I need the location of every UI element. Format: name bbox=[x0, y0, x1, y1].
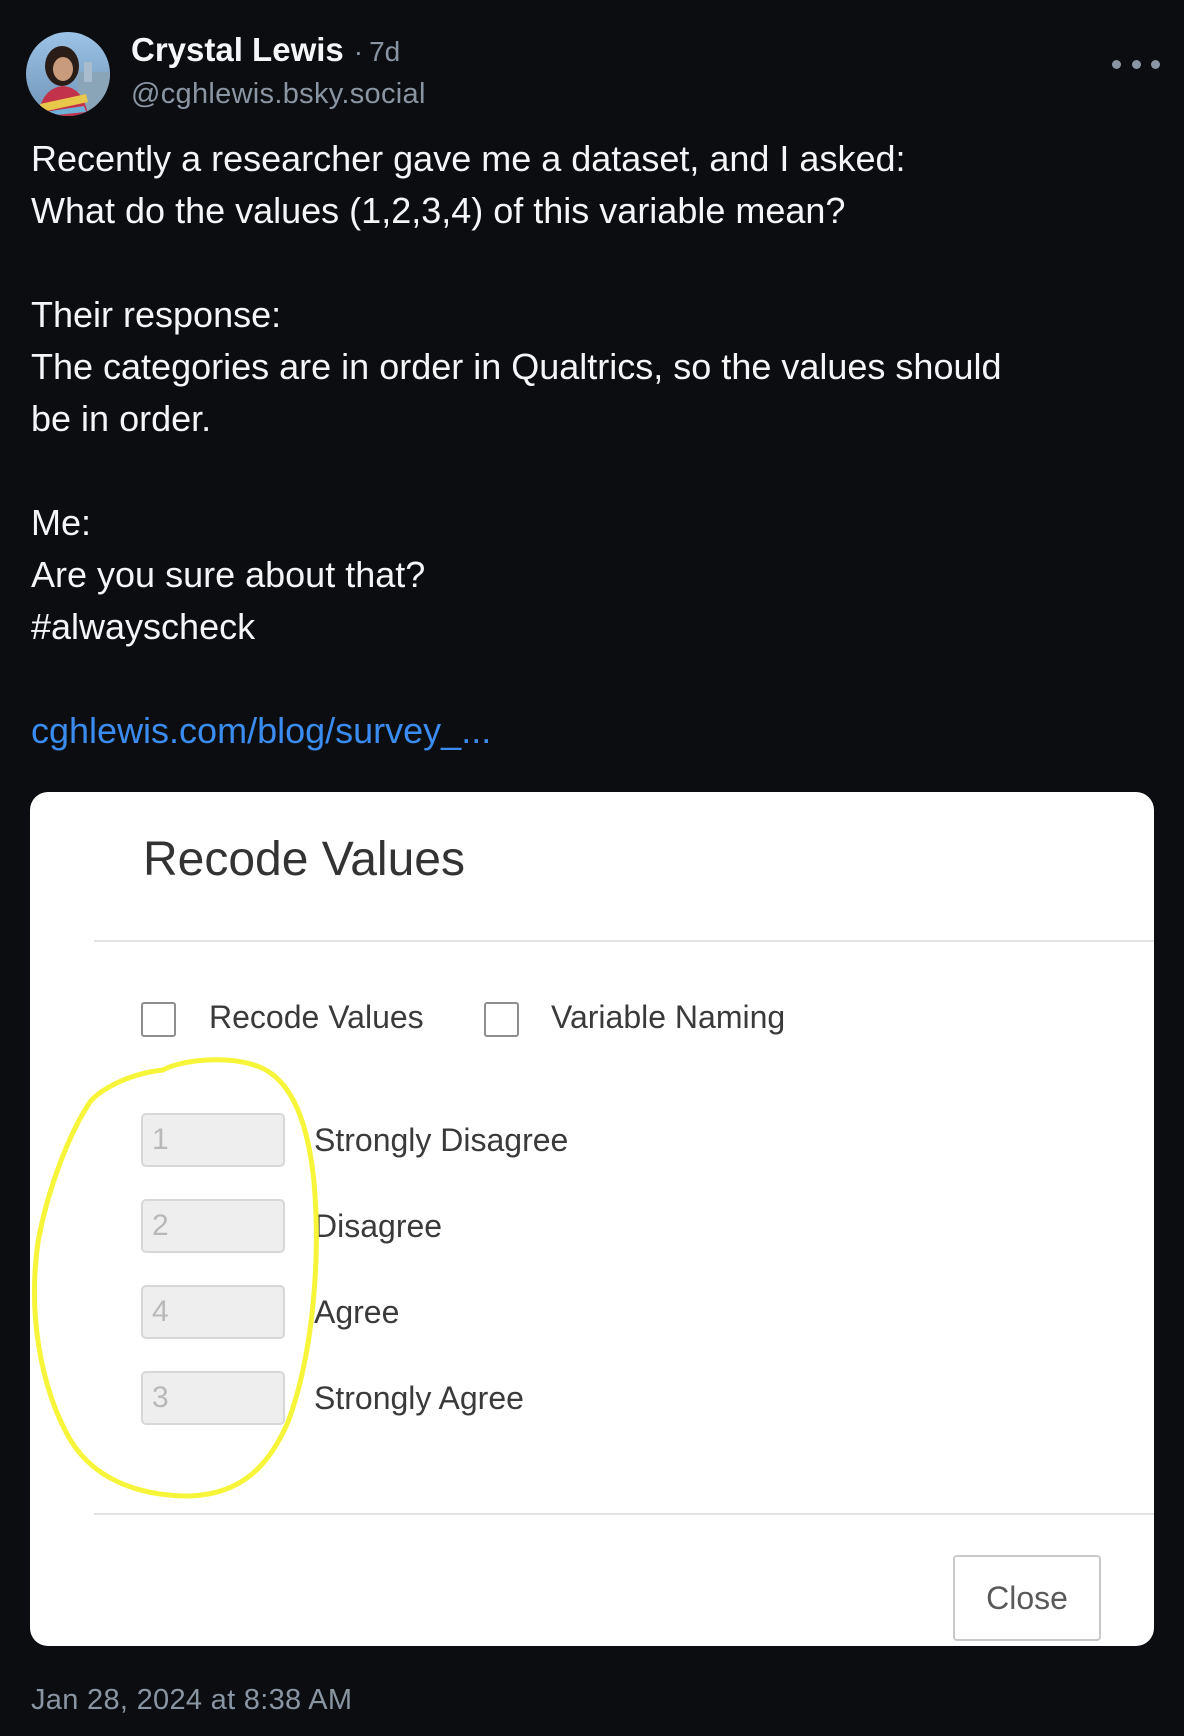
more-options-button[interactable] bbox=[1112, 50, 1160, 78]
post-text-line: be in order. bbox=[31, 398, 212, 439]
post-text-line: Are you sure about that? bbox=[31, 554, 426, 595]
meta-separator: · bbox=[353, 36, 364, 67]
post-text-line: Me: bbox=[31, 502, 92, 543]
recode-value-box: 2 bbox=[141, 1199, 285, 1253]
dialog-title: Recode Values bbox=[143, 833, 465, 886]
variable-naming-checkbox-label: Variable Naming bbox=[551, 999, 786, 1035]
author-avatar[interactable] bbox=[26, 32, 110, 116]
recode-value-box: 1 bbox=[141, 1113, 285, 1167]
hashtag-alwayscheck[interactable]: #alwayscheck bbox=[31, 601, 255, 653]
post-text-line: Recently a researcher gave me a dataset,… bbox=[31, 138, 906, 179]
post-text-line: Their response: bbox=[31, 294, 282, 335]
ellipsis-icon bbox=[1151, 59, 1160, 69]
ellipsis-icon bbox=[1131, 59, 1141, 69]
author-display-name[interactable]: Crystal Lewis bbox=[131, 31, 344, 69]
avatar-photo bbox=[26, 32, 110, 116]
category-label: Disagree bbox=[314, 1208, 443, 1244]
post-text-line: What do the values (1,2,3,4) of this var… bbox=[31, 190, 846, 231]
recode-values-checkbox bbox=[141, 1002, 176, 1037]
post-text-line: The categories are in order in Qualtrics… bbox=[31, 346, 1002, 387]
ellipsis-icon bbox=[1112, 59, 1121, 69]
divider bbox=[94, 940, 1154, 942]
recode-value-box: 4 bbox=[141, 1285, 285, 1339]
category-label: Strongly Disagree bbox=[314, 1122, 569, 1158]
variable-naming-checkbox bbox=[484, 1002, 519, 1037]
author-handle[interactable]: @cghlewis.bsky.social bbox=[131, 78, 426, 111]
post-timestamp: Jan 28, 2024 at 8:38 AM bbox=[31, 1684, 353, 1716]
recode-values-checkbox-label: Recode Values bbox=[209, 999, 424, 1035]
post-link[interactable]: cghlewis.com/blog/survey_... bbox=[31, 705, 491, 757]
category-label: Agree bbox=[314, 1294, 400, 1330]
divider bbox=[94, 1513, 1154, 1515]
embedded-image[interactable]: Recode Values Recode Values Variable Nam… bbox=[30, 792, 1154, 1646]
close-button: Close bbox=[953, 1555, 1101, 1641]
author-line: Crystal Lewis · 7d bbox=[131, 31, 400, 75]
category-label: Strongly Agree bbox=[314, 1380, 524, 1416]
recode-value-box: 3 bbox=[141, 1371, 285, 1425]
post-age[interactable]: 7d bbox=[369, 36, 400, 68]
